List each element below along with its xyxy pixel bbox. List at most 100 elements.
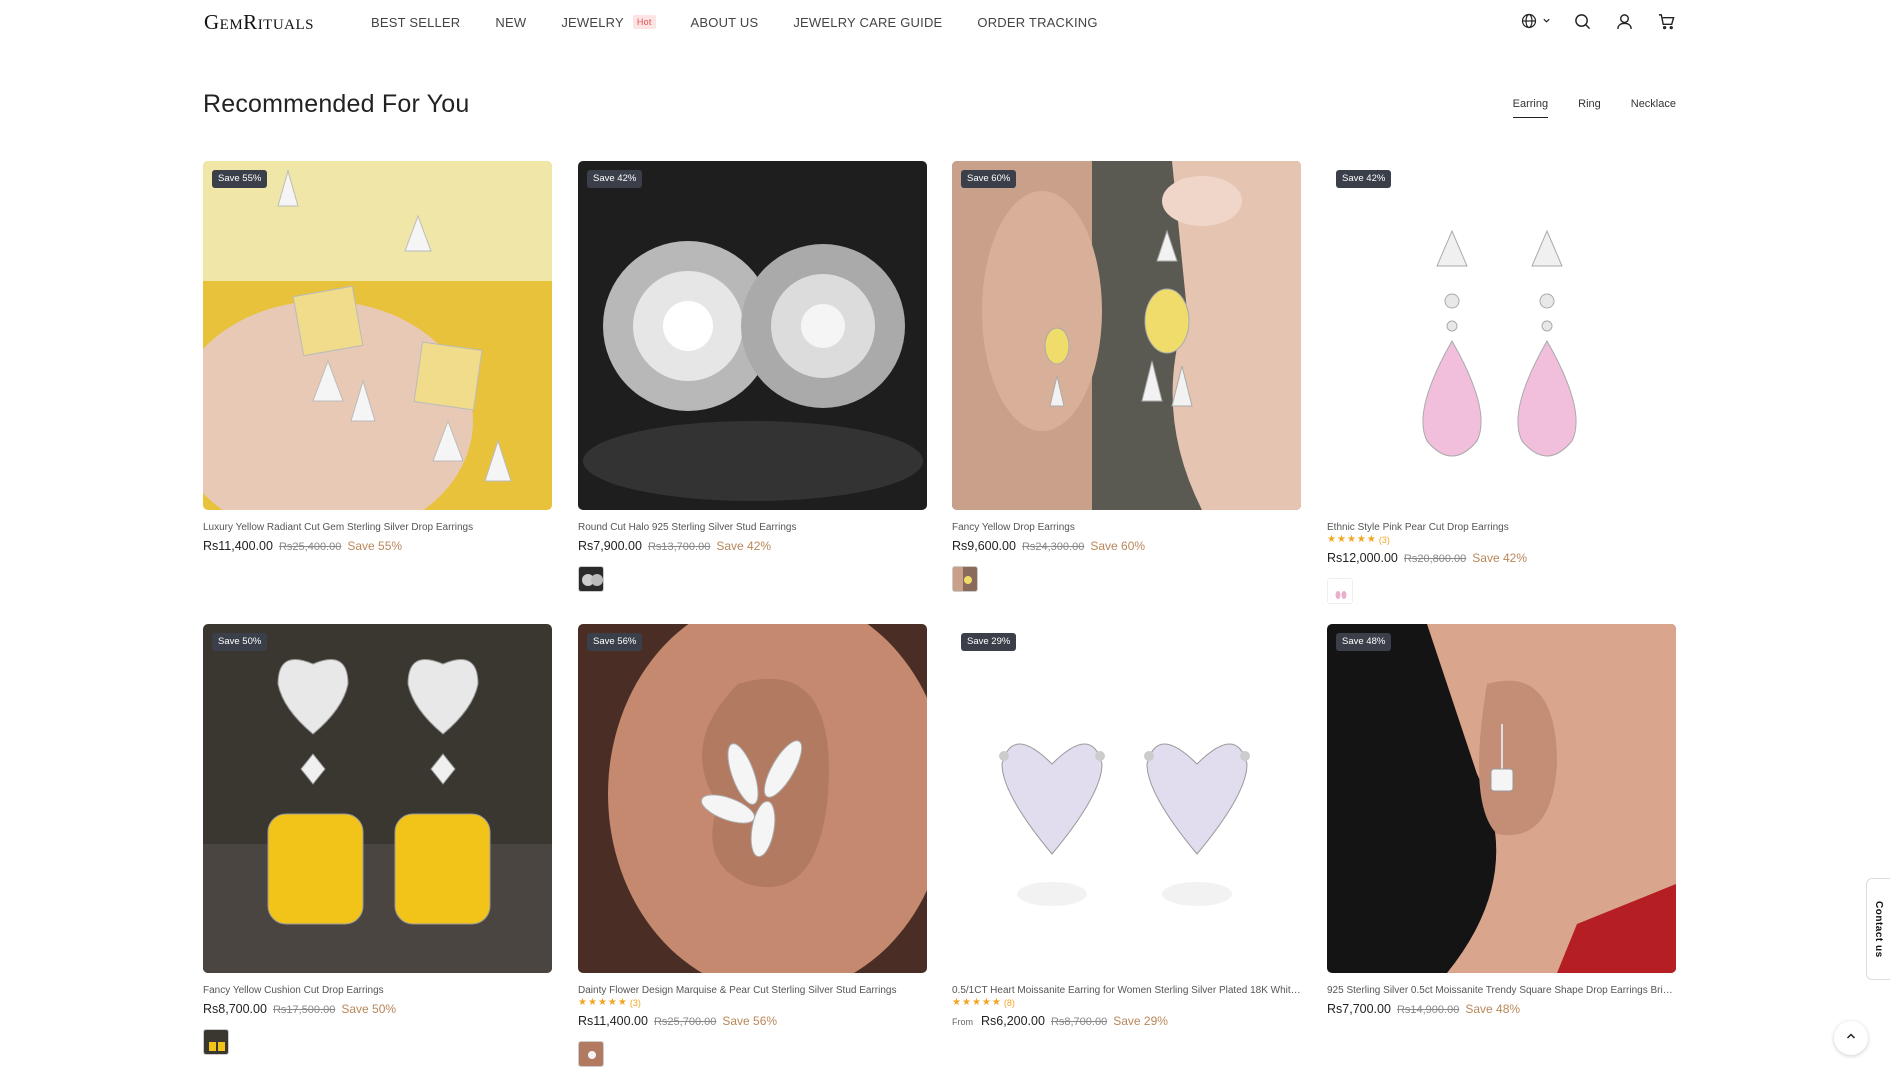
- nav-label: NEW: [495, 14, 527, 30]
- header-icons: [1518, 10, 1677, 32]
- sale-price: Rs8,700.00: [203, 1002, 267, 1016]
- hot-badge: Hot: [632, 15, 656, 29]
- product-card: Save 42% Ethnic Style Pink Pear Cut Drop…: [1327, 161, 1676, 604]
- save-badge: Save 42%: [587, 170, 643, 188]
- nav-jewelry[interactable]: JEWELRY Hot: [561, 14, 656, 30]
- site-logo[interactable]: GEMRITUALS: [204, 10, 314, 35]
- price-row: From Rs6,200.00 Rs8,700.00 Save 29%: [952, 1014, 1301, 1028]
- product-image[interactable]: Save 42%: [578, 161, 927, 510]
- product-title[interactable]: 925 Sterling Silver 0.5ct Moissanite Tre…: [1327, 985, 1676, 996]
- product-card: Save 48% 925 Sterling Silver 0.5ct Moiss…: [1327, 624, 1676, 1016]
- product-title[interactable]: 0.5/1CT Heart Moissanite Earring for Wom…: [952, 985, 1301, 996]
- nav-label: JEWELRY: [561, 14, 624, 30]
- product-card: Save 29% 0.5/1CT Heart Moissanite Earrin…: [952, 624, 1301, 1028]
- star-icon: ★: [617, 997, 627, 1008]
- product-photo-heart-moissanite: [952, 624, 1301, 973]
- product-title[interactable]: Fancy Yellow Drop Earrings: [952, 522, 1301, 533]
- product-title[interactable]: Fancy Yellow Cushion Cut Drop Earrings: [203, 985, 552, 996]
- logo-text: G: [204, 10, 220, 34]
- price-row: Rs11,400.00 Rs25,400.00 Save 55%: [203, 539, 552, 553]
- search-icon[interactable]: [1571, 10, 1593, 32]
- product-image[interactable]: Save 55%: [203, 161, 552, 510]
- compare-price: Rs14,900.00: [1396, 1004, 1460, 1016]
- variant-swatch[interactable]: [578, 566, 604, 592]
- from-label: From: [952, 1017, 973, 1027]
- save-text: Save 56%: [722, 1014, 778, 1028]
- variant-swatch[interactable]: [1327, 578, 1353, 604]
- variant-swatch[interactable]: [203, 1029, 229, 1055]
- sale-price: Rs12,000.00: [1327, 551, 1398, 565]
- product-image[interactable]: Save 50%: [203, 624, 552, 973]
- chevron-down-icon: [1542, 12, 1551, 30]
- cart-icon[interactable]: [1655, 10, 1677, 32]
- nav-about-us[interactable]: ABOUT US: [691, 15, 759, 30]
- save-badge: Save 55%: [212, 170, 268, 188]
- variant-swatch[interactable]: [952, 566, 978, 592]
- tab-earring[interactable]: Earring: [1512, 98, 1549, 118]
- star-icon: ★: [1366, 534, 1376, 545]
- product-title[interactable]: Round Cut Halo 925 Sterling Silver Stud …: [578, 522, 927, 533]
- price-row: Rs9,600.00 Rs24,300.00 Save 60%: [952, 539, 1301, 553]
- star-icon: ★: [1346, 534, 1356, 545]
- rating-stars: ★ ★ ★ ★ ★ (3): [1327, 534, 1676, 546]
- product-title[interactable]: Dainty Flower Design Marquise & Pear Cut…: [578, 985, 927, 996]
- star-icon: ★: [1336, 534, 1346, 545]
- nav-jewelry-care-guide[interactable]: JEWELRY CARE GUIDE: [793, 15, 942, 30]
- product-image[interactable]: Save 60%: [952, 161, 1301, 510]
- language-selector[interactable]: [1518, 10, 1551, 32]
- logo-text: R: [243, 10, 258, 34]
- product-title[interactable]: Luxury Yellow Radiant Cut Gem Sterling S…: [203, 522, 552, 533]
- product-card: Save 50% Fancy Yellow Cushion Cut Drop E…: [203, 624, 552, 1055]
- star-icon: ★: [607, 997, 617, 1008]
- nav-new[interactable]: NEW: [495, 15, 526, 30]
- tab-ring[interactable]: Ring: [1578, 98, 1601, 118]
- tab-necklace[interactable]: Necklace: [1631, 98, 1676, 118]
- product-image[interactable]: Save 42%: [1327, 161, 1676, 510]
- price-row: Rs8,700.00 Rs17,500.00 Save 50%: [203, 1002, 552, 1016]
- scroll-to-top-button[interactable]: [1834, 1021, 1868, 1055]
- nav-order-tracking[interactable]: ORDER TRACKING: [977, 15, 1097, 30]
- chevron-up-icon: [1845, 1029, 1857, 1047]
- save-badge: Save 50%: [212, 633, 268, 651]
- section-title: Recommended For You: [203, 90, 470, 118]
- compare-price: Rs8,700.00: [1050, 1016, 1108, 1028]
- product-card: Save 56% Dainty Flower Design Marquise &…: [578, 624, 927, 1067]
- star-icon: ★: [991, 997, 1001, 1008]
- star-icon: ★: [587, 997, 597, 1008]
- product-title[interactable]: Ethnic Style Pink Pear Cut Drop Earrings: [1327, 522, 1676, 533]
- rating-count: (3): [1378, 535, 1390, 545]
- site-header: GEMRITUALS BEST SELLER NEW JEWELRY Hot AB…: [0, 0, 1890, 44]
- star-icon: ★: [1327, 534, 1336, 545]
- product-image[interactable]: Save 29%: [952, 624, 1301, 973]
- product-photo-yellow-drop-earrings: [203, 161, 552, 510]
- compare-price: Rs25,400.00: [278, 541, 342, 553]
- save-text: Save 29%: [1113, 1014, 1168, 1028]
- product-card: Save 55% Luxury Yellow Radiant Cut Gem S…: [203, 161, 552, 553]
- product-photo-pink-pear-drop: [1327, 161, 1676, 510]
- product-photo-flower-stud: [578, 624, 927, 973]
- compare-price: Rs24,300.00: [1021, 541, 1085, 553]
- product-image[interactable]: Save 56%: [578, 624, 927, 973]
- price-row: Rs12,000.00 Rs20,800.00 Save 42%: [1327, 551, 1676, 565]
- save-badge: Save 29%: [961, 633, 1017, 651]
- save-text: Save 42%: [716, 539, 772, 553]
- compare-price: Rs17,500.00: [272, 1004, 336, 1016]
- sale-price: Rs7,900.00: [578, 539, 642, 553]
- variant-swatch[interactable]: [578, 1041, 604, 1067]
- sale-price: Rs6,200.00: [981, 1014, 1045, 1028]
- compare-price: Rs25,700.00: [653, 1016, 717, 1028]
- save-badge: Save 60%: [961, 170, 1017, 188]
- sale-price: Rs7,700.00: [1327, 1002, 1391, 1016]
- contact-us-tab[interactable]: Contact us: [1866, 878, 1890, 980]
- nav-best-seller[interactable]: BEST SELLER: [371, 15, 460, 30]
- save-text: Save 60%: [1090, 539, 1146, 553]
- contact-us-label: Contact us: [1873, 900, 1884, 958]
- user-icon[interactable]: [1613, 10, 1635, 32]
- nav-label: BEST SELLER: [371, 14, 461, 30]
- product-image[interactable]: Save 48%: [1327, 624, 1676, 973]
- star-icon: ★: [1356, 534, 1366, 545]
- rating-stars: ★ ★ ★ ★ ★ (8): [952, 997, 1301, 1009]
- save-text: Save 55%: [347, 539, 403, 553]
- save-badge: Save 48%: [1336, 633, 1392, 651]
- rating-stars: ★ ★ ★ ★ ★ (3): [578, 997, 927, 1009]
